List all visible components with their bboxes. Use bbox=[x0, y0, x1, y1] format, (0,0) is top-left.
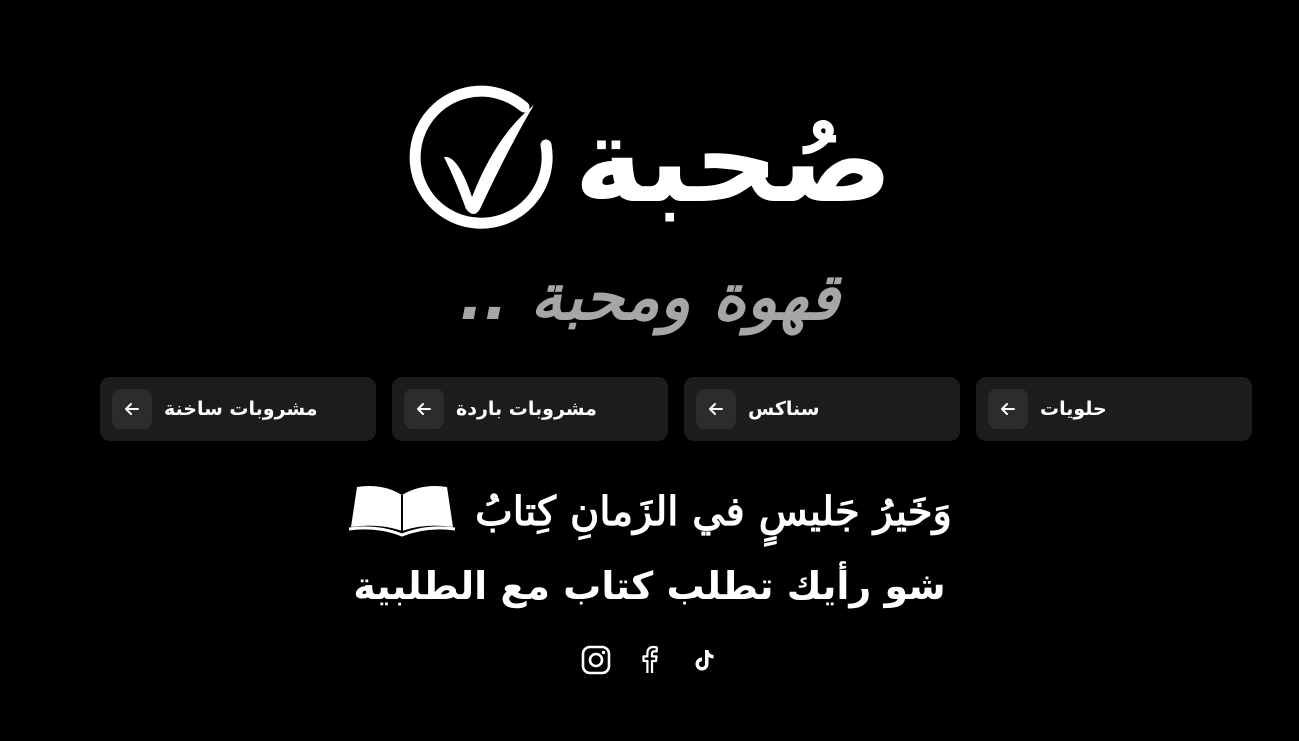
arrow-left-icon bbox=[404, 389, 444, 429]
facebook-icon[interactable] bbox=[634, 644, 666, 676]
category-card-sweets[interactable]: حلويات bbox=[976, 377, 1252, 441]
quote: وَخَيرُ جَليسٍ في الزَمانِ كِتابُ bbox=[0, 476, 1299, 546]
logo-wordmark: صُحبة bbox=[574, 91, 895, 229]
check-circle-icon bbox=[406, 85, 556, 235]
open-book-icon bbox=[347, 481, 457, 541]
tagline: قهوة ومحبة .. bbox=[459, 261, 840, 335]
quote-text: وَخَيرُ جَليسٍ في الزَمانِ كِتابُ bbox=[475, 487, 952, 535]
book-suggestion-text: شو رأيك تطلب كتاب مع الطلبية bbox=[353, 564, 946, 608]
instagram-icon[interactable] bbox=[580, 644, 612, 676]
category-label: حلويات bbox=[1040, 398, 1107, 420]
arrow-left-icon bbox=[696, 389, 736, 429]
category-card-cold-drinks[interactable]: مشروبات باردة bbox=[392, 377, 668, 441]
category-list: حلويات سناكس مشروبات باردة مشروبات ساخنة bbox=[100, 377, 1252, 441]
category-card-hot-drinks[interactable]: مشروبات ساخنة bbox=[100, 377, 376, 441]
tiktok-icon[interactable] bbox=[688, 644, 720, 676]
category-label: مشروبات ساخنة bbox=[164, 398, 318, 420]
category-card-snacks[interactable]: سناكس bbox=[684, 377, 960, 441]
category-label: مشروبات باردة bbox=[456, 398, 597, 420]
arrow-left-icon bbox=[988, 389, 1028, 429]
category-label: سناكس bbox=[748, 398, 820, 420]
social-links bbox=[0, 640, 1299, 680]
logo: صُحبة bbox=[0, 80, 1299, 240]
arrow-left-icon bbox=[112, 389, 152, 429]
